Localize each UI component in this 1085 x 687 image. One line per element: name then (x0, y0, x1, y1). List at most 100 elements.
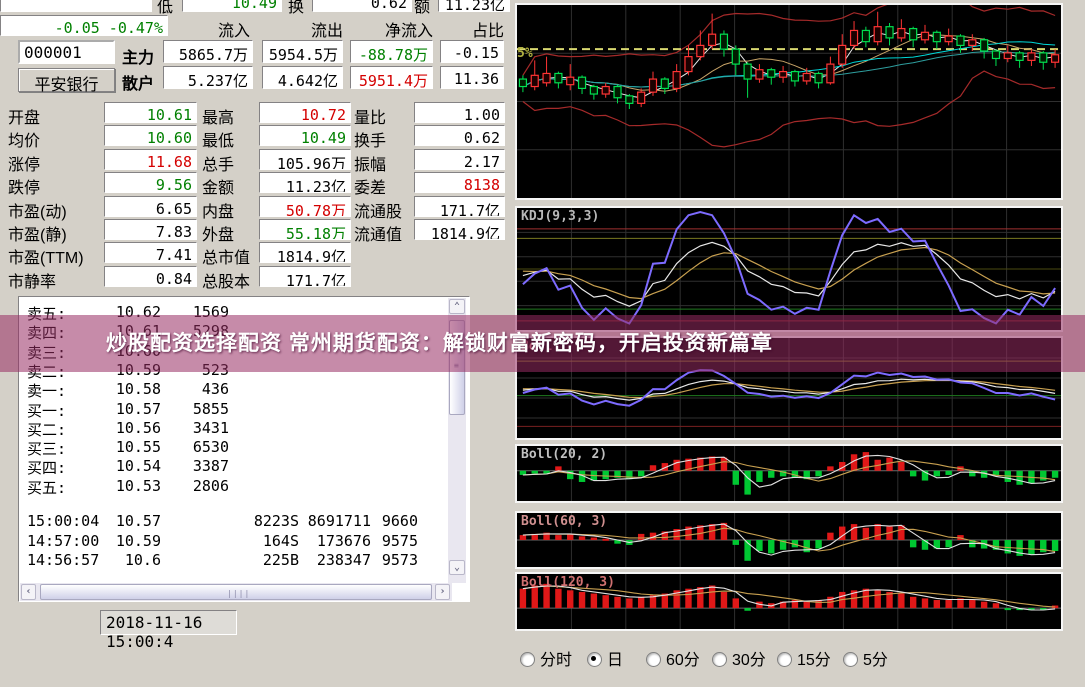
horizontal-scrollbar[interactable]: ‹ |||| › (20, 583, 452, 601)
quote-grid-value: 11.68 (104, 149, 197, 170)
stock-code-input[interactable] (18, 40, 115, 64)
quote-grid-value: 50.78万 (259, 196, 351, 217)
scroll-right-button[interactable]: › (435, 584, 450, 600)
scroll-down-button[interactable]: ⌄ (449, 560, 465, 575)
period-option-label: 15分 (797, 652, 831, 669)
quote-grid-label: 总手 (202, 151, 259, 175)
quote-grid-value: 0.84 (104, 266, 197, 287)
flow-retail-in: 5.237亿 (163, 66, 253, 89)
flow-retail-out: 4.642亿 (262, 66, 343, 89)
tick-price: 10.6 (79, 551, 161, 569)
quote-grid-label: 量比 (354, 104, 414, 128)
quote-grid-label: 跌停 (8, 174, 102, 198)
flow-main-net: -88.78万 (350, 40, 433, 63)
tick-volume: 164S (199, 532, 299, 550)
quote-grid-value: 1814.9亿 (259, 242, 351, 263)
quote-grid-label: 流通股 (354, 198, 414, 222)
quote-grid-label: 总股本 (202, 268, 259, 292)
kdj-label: KDJ(9,3,3) (521, 209, 599, 224)
scroll-left-button[interactable]: ‹ (21, 584, 36, 600)
boll20-label: Boll(20, 2) (521, 447, 607, 462)
quote-grid-value: 9.56 (104, 172, 197, 193)
main-candlestick-chart[interactable] (515, 3, 1063, 200)
quote-grid-value: 2.17 (414, 149, 505, 170)
kdj-indicator-chart[interactable] (515, 206, 1063, 332)
trading-terminal: 低 10.49 换 0.62 额 11.23亿 -0.05 -0.47% 流入 … (0, 0, 1085, 687)
flow-header-in: 流入 (170, 17, 250, 41)
period-option-3[interactable]: 60分 (646, 646, 700, 664)
flow-retail-net: 5951.4万 (350, 66, 433, 89)
boll60-label: Boll(60, 3) (521, 514, 607, 529)
tick-seq: 9573 (378, 551, 418, 569)
quote-grid-value: 0.62 (414, 125, 505, 146)
quote-grid-label: 涨停 (8, 151, 102, 175)
period-option-2[interactable]: 日 (587, 646, 623, 664)
quote-grid-label: 市盈(TTM) (8, 244, 102, 268)
five-percent-label: 5% (517, 46, 533, 61)
quote-grid-value: 105.96万 (259, 149, 351, 170)
price-box-clipped (0, 0, 152, 12)
flow-main-ratio: -0.15 (440, 40, 504, 63)
quote-grid-label: 内盘 (202, 198, 259, 222)
flow-main-out: 5954.5万 (262, 40, 343, 63)
flow-header-out: 流出 (263, 17, 343, 41)
quote-grid-label: 市静率 (8, 268, 102, 292)
quote-grid-label: 金额 (202, 174, 259, 198)
tick-volume: 8223S (199, 512, 299, 530)
amount-label: 额 (414, 0, 430, 17)
tick-volume: 225B (199, 551, 299, 569)
low-value: 10.49 (182, 0, 282, 12)
flow-retail-ratio: 11.36 (440, 66, 504, 89)
ob-volume: 5855 (149, 400, 229, 418)
period-option-4[interactable]: 30分 (712, 646, 766, 664)
period-option-label: 60分 (666, 652, 700, 669)
radio-icon[interactable] (646, 652, 661, 667)
quote-grid-label: 最高 (202, 104, 259, 128)
scroll-up-button[interactable]: ⌃ (449, 299, 465, 314)
quote-grid-value: 6.65 (104, 196, 197, 217)
ob-volume: 3431 (149, 419, 229, 437)
period-option-1[interactable]: 分时 (520, 646, 572, 664)
horizontal-scroll-thumb[interactable]: |||| (40, 584, 432, 600)
amount-value: 11.23亿 (438, 0, 510, 12)
period-option-label: 5分 (863, 652, 888, 669)
quote-grid-value: 10.72 (259, 102, 351, 123)
ob-volume: 436 (149, 380, 229, 398)
radio-icon[interactable] (843, 652, 858, 667)
ob-level-label: 买三: (27, 438, 66, 459)
quote-grid-value: 10.61 (104, 102, 197, 123)
quote-grid-label: 换手 (354, 127, 414, 151)
radio-icon[interactable] (712, 652, 727, 667)
quote-grid-label: 流通值 (354, 221, 414, 245)
radio-icon[interactable] (587, 652, 602, 667)
ob-volume: 3387 (149, 457, 229, 475)
period-option-6[interactable]: 5分 (843, 646, 888, 664)
tick-amount: 173676 (289, 532, 371, 550)
tick-amount: 8691711 (289, 512, 371, 530)
tick-seq: 9660 (378, 512, 418, 530)
quote-grid-label: 市盈(动) (8, 198, 102, 222)
turnover-value: 0.62 (312, 0, 412, 12)
flow-header-ratio: 占比 (438, 17, 504, 41)
flow-main-in: 5865.7万 (163, 40, 253, 63)
ob-level-label: 买二: (27, 419, 66, 440)
turnover-label: 换 (288, 0, 304, 17)
period-option-5[interactable]: 15分 (777, 646, 831, 664)
flow-row-label-retail: 散户 (122, 70, 154, 94)
quote-grid-value: 7.83 (104, 219, 197, 240)
promo-banner-overlay: 炒股配资选择配资 常州期货配资：解锁财富新密码，开启投资新篇章 (0, 315, 1085, 372)
quote-grid-value: 10.49 (259, 125, 351, 146)
quote-grid-label: 开盘 (8, 104, 102, 128)
radio-icon[interactable] (520, 652, 535, 667)
ob-level-label: 卖一: (27, 380, 66, 401)
quote-grid-value: 1.00 (414, 102, 505, 123)
tick-seq: 9575 (378, 532, 418, 550)
quote-grid-value: 11.23亿 (259, 172, 351, 193)
period-option-label: 日 (607, 652, 623, 669)
boll120-label: Boll(120, 3) (521, 575, 615, 590)
tick-price: 10.57 (79, 512, 161, 530)
quote-grid-label: 外盘 (202, 221, 259, 245)
quote-grid-value: 55.18万 (259, 219, 351, 240)
flow-row-label-main: 主力 (122, 44, 154, 68)
radio-icon[interactable] (777, 652, 792, 667)
